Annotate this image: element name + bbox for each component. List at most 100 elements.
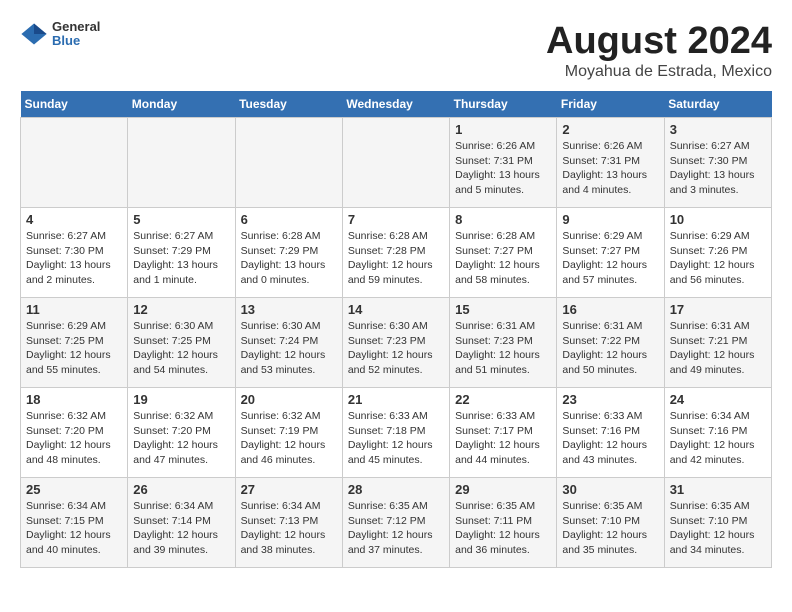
calendar-cell: 9Sunrise: 6:29 AMSunset: 7:27 PMDaylight… <box>557 208 664 298</box>
day-number: 19 <box>133 392 229 407</box>
calendar-cell: 16 Sunrise: 6:31 AMSunset: 7:22 PMDayligh… <box>557 298 664 388</box>
page-title: August 2024 <box>546 20 772 63</box>
day-number: 2 <box>562 122 658 137</box>
day-number: 25 <box>26 482 122 497</box>
day-number: 22 <box>455 392 551 407</box>
day-number: 3 <box>670 122 766 137</box>
logo-general: General <box>52 20 100 34</box>
weekday-header-wednesday: Wednesday <box>342 91 449 118</box>
day-info: Sunrise: 6:31 AMSunset: 7:23 PMDaylight:… <box>455 319 551 378</box>
weekday-header-thursday: Thursday <box>450 91 557 118</box>
weekday-header-tuesday: Tuesday <box>235 91 342 118</box>
page-subtitle: Moyahua de Estrada, Mexico <box>546 63 772 81</box>
calendar-cell: 26Sunrise: 6:34 AMSunset: 7:14 PMDayligh… <box>128 478 235 568</box>
calendar-cell: 30Sunrise: 6:35 AMSunset: 7:10 PMDayligh… <box>557 478 664 568</box>
day-number: 31 <box>670 482 766 497</box>
day-number: 1 <box>455 122 551 137</box>
week-row-3: 11 Sunrise: 6:29 AMSunset: 7:25 PMDayligh… <box>21 298 772 388</box>
day-number: 5 <box>133 212 229 227</box>
weekday-header-saturday: Saturday <box>664 91 771 118</box>
day-number: 24 <box>670 392 766 407</box>
day-number: 9 <box>562 212 658 227</box>
day-info: Sunrise: 6:35 AMSunset: 7:12 PMDaylight:… <box>348 499 444 558</box>
day-number: 4 <box>26 212 122 227</box>
calendar-cell: 10 Sunrise: 6:29 AMSunset: 7:26 PMDayligh… <box>664 208 771 298</box>
calendar-table: SundayMondayTuesdayWednesdayThursdayFrid… <box>20 91 772 568</box>
calendar-cell: 13Sunrise: 6:30 AMSunset: 7:24 PMDayligh… <box>235 298 342 388</box>
calendar-cell: 19Sunrise: 6:32 AMSunset: 7:20 PMDayligh… <box>128 388 235 478</box>
day-info: Sunrise: 6:34 AMSunset: 7:13 PMDaylight:… <box>241 499 337 558</box>
day-info: Sunrise: 6:28 AMSunset: 7:28 PMDaylight:… <box>348 229 444 288</box>
day-info: Sunrise: 6:34 AMSunset: 7:15 PMDaylight:… <box>26 499 122 558</box>
week-row-2: 4 Sunrise: 6:27 AMSunset: 7:30 PMDaylight… <box>21 208 772 298</box>
day-info: Sunrise: 6:35 AMSunset: 7:10 PMDaylight:… <box>562 499 658 558</box>
calendar-cell <box>235 118 342 208</box>
calendar-cell: 11 Sunrise: 6:29 AMSunset: 7:25 PMDayligh… <box>21 298 128 388</box>
weekday-header-friday: Friday <box>557 91 664 118</box>
day-info: Sunrise: 6:31 AMSunset: 7:21 PMDaylight:… <box>670 319 766 378</box>
calendar-cell <box>128 118 235 208</box>
page-header: General Blue August 2024 Moyahua de Estr… <box>20 20 772 81</box>
day-info: Sunrise: 6:28 AMSunset: 7:29 PMDaylight:… <box>241 229 337 288</box>
calendar-cell: 2Sunrise: 6:26 AMSunset: 7:31 PMDaylight… <box>557 118 664 208</box>
weekday-header-monday: Monday <box>128 91 235 118</box>
day-info: Sunrise: 6:34 AMSunset: 7:14 PMDaylight:… <box>133 499 229 558</box>
day-info: Sunrise: 6:29 AMSunset: 7:26 PMDaylight:… <box>670 229 766 288</box>
calendar-cell: 25 Sunrise: 6:34 AMSunset: 7:15 PMDayligh… <box>21 478 128 568</box>
day-info: Sunrise: 6:35 AMSunset: 7:11 PMDaylight:… <box>455 499 551 558</box>
day-number: 7 <box>348 212 444 227</box>
logo: General Blue <box>20 20 100 49</box>
day-number: 27 <box>241 482 337 497</box>
day-info: Sunrise: 6:33 AMSunset: 7:16 PMDaylight:… <box>562 409 658 468</box>
day-number: 16 <box>562 302 658 317</box>
day-number: 18 <box>26 392 122 407</box>
day-info: Sunrise: 6:33 AMSunset: 7:17 PMDaylight:… <box>455 409 551 468</box>
calendar-cell: 4 Sunrise: 6:27 AMSunset: 7:30 PMDaylight… <box>21 208 128 298</box>
calendar-cell: 27 Sunrise: 6:34 AMSunset: 7:13 PMDayligh… <box>235 478 342 568</box>
day-info: Sunrise: 6:29 AMSunset: 7:25 PMDaylight:… <box>26 319 122 378</box>
calendar-cell: 1 Sunrise: 6:26 AMSunset: 7:31 PMDaylight… <box>450 118 557 208</box>
day-number: 12 <box>133 302 229 317</box>
calendar-cell: 23 Sunrise: 6:33 AMSunset: 7:16 PMDayligh… <box>557 388 664 478</box>
calendar-cell: 8Sunrise: 6:28 AMSunset: 7:27 PMDaylight… <box>450 208 557 298</box>
day-info: Sunrise: 6:30 AMSunset: 7:24 PMDaylight:… <box>241 319 337 378</box>
calendar-cell: 17Sunrise: 6:31 AMSunset: 7:21 PMDayligh… <box>664 298 771 388</box>
calendar-cell: 3 Sunrise: 6:27 AMSunset: 7:30 PMDaylight… <box>664 118 771 208</box>
title-block: August 2024 Moyahua de Estrada, Mexico <box>546 20 772 81</box>
calendar-cell: 31 Sunrise: 6:35 AMSunset: 7:10 PMDayligh… <box>664 478 771 568</box>
logo-icon <box>20 20 48 48</box>
day-info: Sunrise: 6:27 AMSunset: 7:30 PMDaylight:… <box>670 139 766 198</box>
day-number: 10 <box>670 212 766 227</box>
weekday-header-row: SundayMondayTuesdayWednesdayThursdayFrid… <box>21 91 772 118</box>
calendar-cell: 6 Sunrise: 6:28 AMSunset: 7:29 PMDaylight… <box>235 208 342 298</box>
weekday-header-sunday: Sunday <box>21 91 128 118</box>
calendar-cell: 18Sunrise: 6:32 AMSunset: 7:20 PMDayligh… <box>21 388 128 478</box>
day-number: 14 <box>348 302 444 317</box>
calendar-cell: 14Sunrise: 6:30 AMSunset: 7:23 PMDayligh… <box>342 298 449 388</box>
day-info: Sunrise: 6:34 AMSunset: 7:16 PMDaylight:… <box>670 409 766 468</box>
day-info: Sunrise: 6:32 AMSunset: 7:19 PMDaylight:… <box>241 409 337 468</box>
day-info: Sunrise: 6:30 AMSunset: 7:25 PMDaylight:… <box>133 319 229 378</box>
day-info: Sunrise: 6:26 AMSunset: 7:31 PMDaylight:… <box>455 139 551 198</box>
calendar-cell <box>342 118 449 208</box>
day-number: 20 <box>241 392 337 407</box>
week-row-5: 25 Sunrise: 6:34 AMSunset: 7:15 PMDayligh… <box>21 478 772 568</box>
calendar-cell: 5Sunrise: 6:27 AMSunset: 7:29 PMDaylight… <box>128 208 235 298</box>
day-info: Sunrise: 6:33 AMSunset: 7:18 PMDaylight:… <box>348 409 444 468</box>
week-row-4: 18Sunrise: 6:32 AMSunset: 7:20 PMDayligh… <box>21 388 772 478</box>
calendar-cell: 24 Sunrise: 6:34 AMSunset: 7:16 PMDayligh… <box>664 388 771 478</box>
calendar-cell: 28Sunrise: 6:35 AMSunset: 7:12 PMDayligh… <box>342 478 449 568</box>
calendar-cell <box>21 118 128 208</box>
day-info: Sunrise: 6:27 AMSunset: 7:30 PMDaylight:… <box>26 229 122 288</box>
day-info: Sunrise: 6:31 AMSunset: 7:22 PMDaylight:… <box>562 319 658 378</box>
calendar-cell: 15 Sunrise: 6:31 AMSunset: 7:23 PMDayligh… <box>450 298 557 388</box>
logo-text: General Blue <box>52 20 100 49</box>
day-info: Sunrise: 6:35 AMSunset: 7:10 PMDaylight:… <box>670 499 766 558</box>
day-number: 11 <box>26 302 122 317</box>
day-number: 29 <box>455 482 551 497</box>
calendar-cell: 12 Sunrise: 6:30 AMSunset: 7:25 PMDayligh… <box>128 298 235 388</box>
day-number: 15 <box>455 302 551 317</box>
day-number: 6 <box>241 212 337 227</box>
day-number: 23 <box>562 392 658 407</box>
calendar-cell: 21Sunrise: 6:33 AMSunset: 7:18 PMDayligh… <box>342 388 449 478</box>
